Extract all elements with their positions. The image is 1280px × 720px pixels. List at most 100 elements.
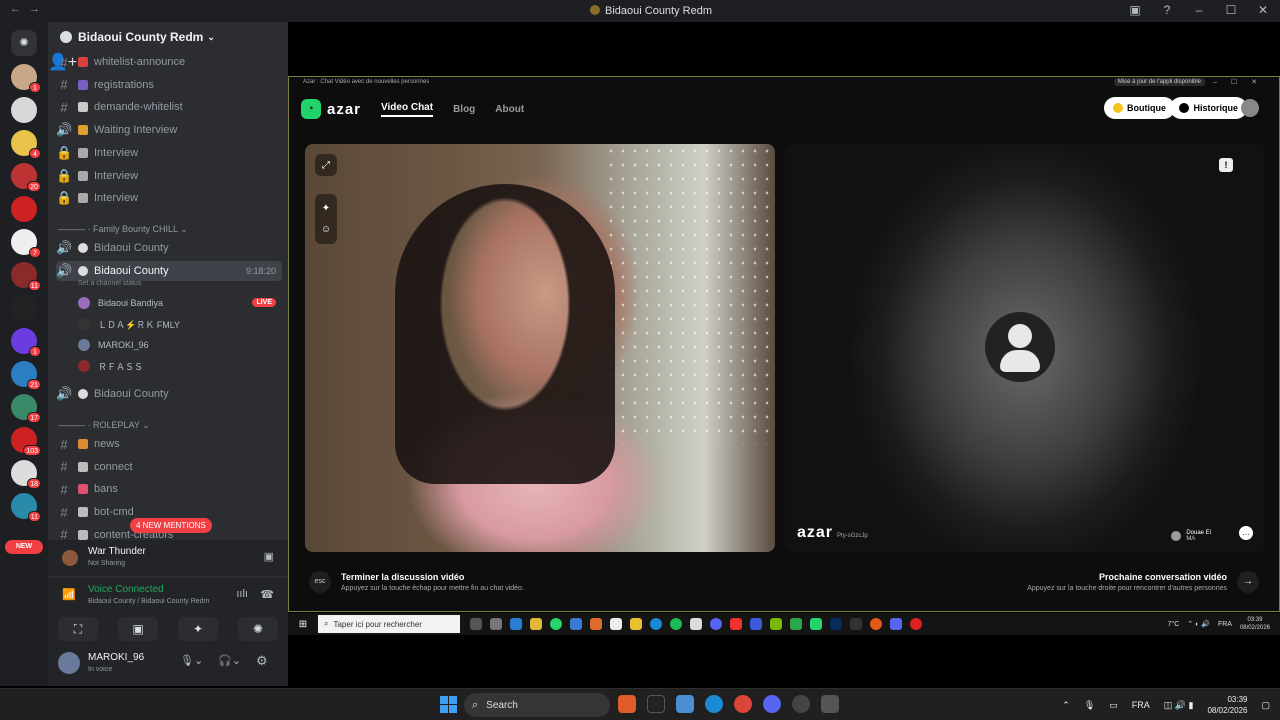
notification-icon[interactable]: ▢ <box>1261 700 1270 711</box>
microphone-icon[interactable]: 🎙 <box>1084 700 1095 711</box>
channel-item[interactable]: # connect <box>56 457 282 477</box>
boutique-button[interactable]: Boutique <box>1104 97 1175 119</box>
history-nav[interactable]: ←→ <box>10 3 48 15</box>
nvidia-icon[interactable] <box>770 618 782 630</box>
close-button[interactable]: ✕ <box>1256 3 1270 17</box>
server-icon[interactable]: 1 <box>11 64 41 93</box>
voice-channel[interactable]: 🔊 Bidaoui County <box>56 384 282 404</box>
chrome-icon[interactable] <box>910 618 922 630</box>
nav-about[interactable]: About <box>495 104 524 115</box>
app4-icon[interactable] <box>870 618 882 630</box>
photoshop-icon[interactable] <box>830 618 842 630</box>
server-icon[interactable]: 11 <box>11 262 41 291</box>
update-available-button[interactable]: Mise à jour de l'appli disponible <box>1113 78 1205 86</box>
server-icon[interactable]: 7 <box>11 229 41 258</box>
signal-icon[interactable]: 📶 <box>62 588 76 601</box>
gear-icon[interactable]: ⚙ <box>256 653 268 669</box>
channel-item[interactable]: 🔒 Interview <box>56 166 282 186</box>
store-icon[interactable] <box>510 618 522 630</box>
weather-text[interactable]: 7°C <box>1168 621 1180 628</box>
doc-icon[interactable] <box>610 618 622 630</box>
notepad-icon[interactable] <box>690 618 702 630</box>
language-indicator[interactable]: FRA <box>1132 700 1150 710</box>
hs-icon[interactable] <box>647 695 665 713</box>
share-screen-button[interactable]: ▣ <box>118 617 158 641</box>
display-icon[interactable]: ▭ <box>1109 700 1118 711</box>
app2-icon[interactable] <box>750 618 762 630</box>
soundboard-button[interactable]: ✺ <box>238 617 278 641</box>
voice-channel[interactable]: 🔊 Bidaoui County <box>56 238 282 258</box>
disconnect-icon[interactable]: ☎ <box>260 588 274 601</box>
microphone-icon[interactable]: 🎙⌄ <box>180 654 203 667</box>
app-icon[interactable] <box>618 695 636 713</box>
avatar[interactable] <box>58 652 80 674</box>
expand-icon[interactable]: ⤢ <box>315 154 337 176</box>
new-mentions-pill[interactable]: 4 NEW MENTIONS <box>130 518 212 533</box>
server-icon[interactable] <box>11 295 37 321</box>
widgets-icon[interactable] <box>490 618 502 630</box>
azar-taskbar-icon[interactable] <box>810 618 822 630</box>
channel-item[interactable]: # news <box>56 434 282 454</box>
server-icon[interactable] <box>11 97 37 123</box>
photos-icon[interactable] <box>676 695 694 713</box>
profile-icon[interactable] <box>1241 99 1259 117</box>
voice-user[interactable]: ＲＦＡＳＳ <box>78 357 143 375</box>
sticker-icon[interactable]: ☺ <box>321 224 331 235</box>
username[interactable]: MAROKI_96 <box>88 652 144 663</box>
server-icon[interactable]: 17 <box>11 394 41 423</box>
discord-home-icon[interactable]: ✺ <box>11 30 37 56</box>
server-icon[interactable]: 11 <box>11 493 41 522</box>
new-unreads-pill[interactable]: NEW <box>5 540 43 554</box>
captured-lang[interactable]: FRA <box>1218 621 1232 628</box>
chevron-up-icon[interactable]: ⌃ <box>1062 700 1070 711</box>
maximize-button[interactable]: ☐ <box>1224 3 1238 17</box>
windows-icon[interactable]: ⊞ <box>294 619 312 630</box>
captured-search-box[interactable]: ⌕ Taper ici pour rechercher <box>318 615 460 633</box>
discord-icon[interactable] <box>710 618 722 630</box>
magic-wand-icon[interactable]: ✦ <box>322 203 330 214</box>
voice-channel-active[interactable]: 🔊 Bidaoui County 9:18:20 <box>56 261 282 281</box>
help-icon[interactable]: ? <box>1160 3 1174 17</box>
network-icon[interactable]: ◫ 🔊 ▮ <box>1164 700 1194 711</box>
category-family[interactable]: ——— · Family Bounty CHILL ⌄ <box>58 224 188 235</box>
captured-clock[interactable]: 03:39 08/02/2026 <box>1240 616 1270 632</box>
edge-icon[interactable] <box>705 695 723 713</box>
channel-item[interactable]: 🔊 Waiting Interview <box>56 120 282 140</box>
channel-item[interactable]: # bans <box>56 479 282 499</box>
headphones-icon[interactable]: 🎧⌄ <box>218 654 241 667</box>
azar-logo[interactable]: ◔ azar <box>301 99 361 119</box>
nav-video-chat[interactable]: Video Chat <box>381 102 434 117</box>
azar-window-controls[interactable]: –☐✕ <box>1213 78 1271 86</box>
peer-info[interactable]: Douae El MA <box>1171 530 1211 542</box>
tray-icons[interactable]: ⌃ ◐ 🔊 <box>1187 620 1210 628</box>
play-icon[interactable] <box>790 618 802 630</box>
nav-blog[interactable]: Blog <box>453 104 475 115</box>
channel-item[interactable]: 🔒 Interview <box>56 188 282 208</box>
screen-share-icon[interactable]: ▣ <box>264 550 274 563</box>
server-icon[interactable]: 18 <box>11 460 41 489</box>
activities-button[interactable]: ✦ <box>178 617 218 641</box>
spotify-icon[interactable] <box>670 618 682 630</box>
app3-icon[interactable] <box>850 618 862 630</box>
voice-channel-path[interactable]: Bidaoui County / Bidaoui County Redm <box>88 598 209 605</box>
mail-icon[interactable] <box>570 618 582 630</box>
server-icon[interactable]: 4 <box>11 130 41 159</box>
voice-user[interactable]: MAROKI_96 <box>78 336 149 354</box>
server-icon[interactable] <box>11 196 37 222</box>
discord-icon[interactable] <box>763 695 781 713</box>
server-icon[interactable]: 103 <box>11 427 41 456</box>
voice-user[interactable]: ＬＤＡ⚡ＲＫ FMLY <box>78 315 180 333</box>
explorer-icon[interactable] <box>530 618 542 630</box>
app-icon[interactable] <box>630 618 642 630</box>
voice-status[interactable]: Voice Connected <box>88 584 164 595</box>
app2-icon[interactable] <box>792 695 810 713</box>
vlc-icon[interactable] <box>590 618 602 630</box>
chrome-icon[interactable] <box>734 695 752 713</box>
report-icon[interactable]: ! <box>1219 158 1233 172</box>
chat-icon[interactable]: … <box>1239 526 1253 540</box>
task-view-icon[interactable] <box>470 618 482 630</box>
camera-off-button[interactable]: ⛶ <box>58 617 98 641</box>
historique-button[interactable]: Historique <box>1170 97 1247 119</box>
server-icon[interactable]: 1 <box>11 328 41 357</box>
channel-item[interactable]: # demande-whitelist <box>56 97 282 117</box>
